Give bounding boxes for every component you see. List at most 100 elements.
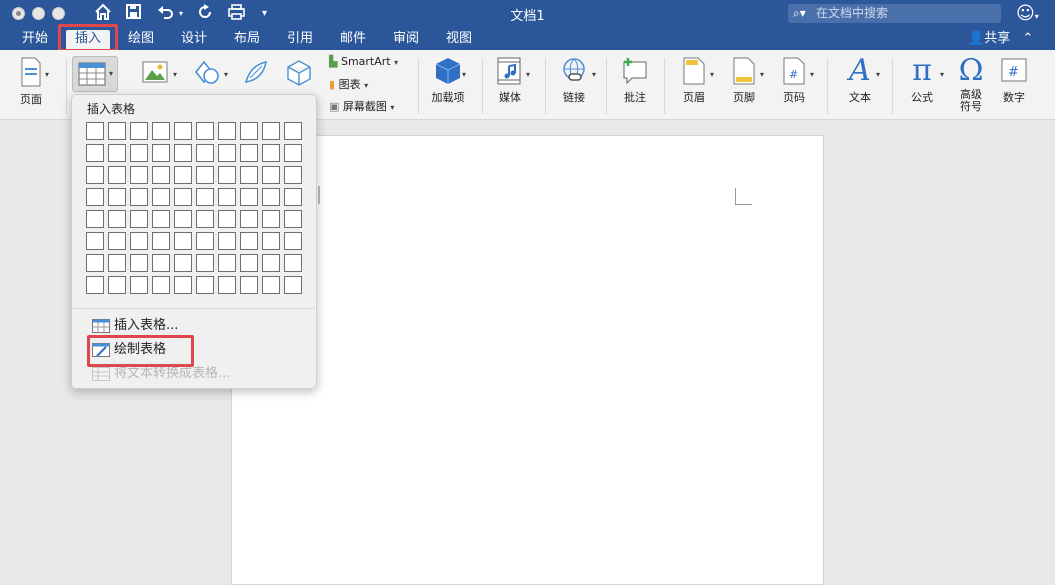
table-grid-cell[interactable] xyxy=(218,254,236,272)
table-grid-cell[interactable] xyxy=(262,144,280,162)
table-grid-cell[interactable] xyxy=(108,232,126,250)
table-grid-cell[interactable] xyxy=(218,166,236,184)
table-grid-cell[interactable] xyxy=(174,254,192,272)
table-grid-cell[interactable] xyxy=(196,276,214,294)
table-grid-cell[interactable] xyxy=(174,144,192,162)
table-grid-cell[interactable] xyxy=(218,122,236,140)
page-number-button[interactable]: # 页码 xyxy=(776,56,812,105)
page-dropdown-icon[interactable]: ▾ xyxy=(45,70,49,79)
chart-button[interactable]: ▮ 图表 ▾ xyxy=(329,78,368,93)
table-grid-cell[interactable] xyxy=(152,188,170,206)
table-grid-cell[interactable] xyxy=(152,232,170,250)
table-grid-cell[interactable] xyxy=(218,210,236,228)
link-button[interactable]: 链接 xyxy=(555,56,593,105)
table-grid-cell[interactable] xyxy=(196,122,214,140)
tab-mailings[interactable]: 邮件 xyxy=(340,30,366,48)
tab-view[interactable]: 视图 xyxy=(446,30,472,48)
addins-button[interactable]: 加载项 xyxy=(428,56,468,105)
table-grid-cell[interactable] xyxy=(108,254,126,272)
table-grid-cell[interactable] xyxy=(240,232,258,250)
table-grid-cell[interactable] xyxy=(86,122,104,140)
table-grid-cell[interactable] xyxy=(86,232,104,250)
table-grid-cell[interactable] xyxy=(284,166,302,184)
screenshot-button[interactable]: ▣ 屏幕截图 ▾ xyxy=(329,100,394,115)
smartart-button[interactable]: ▙ SmartArt ▾ xyxy=(329,55,398,70)
table-grid-cell[interactable] xyxy=(108,210,126,228)
table-grid-cell[interactable] xyxy=(174,122,192,140)
tab-home[interactable]: 开始 xyxy=(22,30,48,48)
table-grid-cell[interactable] xyxy=(174,210,192,228)
table-grid-cell[interactable] xyxy=(262,188,280,206)
table-grid-cell[interactable] xyxy=(262,166,280,184)
table-grid-cell[interactable] xyxy=(262,122,280,140)
feedback-smiley-icon[interactable]: ☺▾ xyxy=(1016,3,1039,24)
footer-button[interactable]: 页脚 xyxy=(726,56,762,105)
table-grid-cell[interactable] xyxy=(152,166,170,184)
table-grid-cell[interactable] xyxy=(262,276,280,294)
table-grid-cell[interactable] xyxy=(86,254,104,272)
table-grid-cell[interactable] xyxy=(108,188,126,206)
table-grid-cell[interactable] xyxy=(86,166,104,184)
table-grid-cell[interactable] xyxy=(152,210,170,228)
table-grid-cell[interactable] xyxy=(284,188,302,206)
table-grid-cell[interactable] xyxy=(174,232,192,250)
tab-draw[interactable]: 绘图 xyxy=(128,30,154,48)
text-to-table-menu-item[interactable]: 将文本转换成表格... xyxy=(92,365,230,383)
table-grid-cell[interactable] xyxy=(152,276,170,294)
table-grid-cell[interactable] xyxy=(262,232,280,250)
shapes-icon[interactable] xyxy=(192,58,220,86)
table-grid-cell[interactable] xyxy=(284,254,302,272)
table-grid-cell[interactable] xyxy=(196,188,214,206)
collapse-ribbon-icon[interactable]: ⌃ xyxy=(1022,31,1033,46)
table-grid-cell[interactable] xyxy=(174,276,192,294)
table-grid-cell[interactable] xyxy=(218,232,236,250)
table-grid-cell[interactable] xyxy=(218,276,236,294)
table-grid-cell[interactable] xyxy=(108,144,126,162)
table-grid-cell[interactable] xyxy=(86,276,104,294)
table-grid-cell[interactable] xyxy=(196,232,214,250)
tab-design[interactable]: 设计 xyxy=(181,30,207,48)
advanced-symbol-button[interactable]: Ω 高级 符号 xyxy=(953,54,989,113)
table-grid-cell[interactable] xyxy=(130,232,148,250)
table-grid-cell[interactable] xyxy=(262,210,280,228)
table-grid-cell[interactable] xyxy=(152,122,170,140)
header-button[interactable]: 页眉 xyxy=(676,56,712,105)
table-grid-cell[interactable] xyxy=(240,188,258,206)
table-grid-cell[interactable] xyxy=(130,188,148,206)
tab-references[interactable]: 引用 xyxy=(287,30,313,48)
table-grid-cell[interactable] xyxy=(196,166,214,184)
insert-table-menu-item[interactable]: 插入表格... xyxy=(92,317,178,335)
number-button[interactable]: # 数字 xyxy=(996,56,1032,105)
media-button[interactable]: 媒体 xyxy=(492,56,528,105)
table-grid-cell[interactable] xyxy=(130,122,148,140)
table-grid-cell[interactable] xyxy=(108,122,126,140)
table-grid-cell[interactable] xyxy=(196,144,214,162)
table-grid-cell[interactable] xyxy=(130,276,148,294)
table-grid-cell[interactable] xyxy=(240,210,258,228)
table-button[interactable]: ▾ xyxy=(72,56,118,92)
table-grid-cell[interactable] xyxy=(152,144,170,162)
table-grid-cell[interactable] xyxy=(174,166,192,184)
table-grid-cell[interactable] xyxy=(196,254,214,272)
table-grid-cell[interactable] xyxy=(130,210,148,228)
table-grid-cell[interactable] xyxy=(130,166,148,184)
3d-models-icon[interactable] xyxy=(285,58,313,86)
table-grid-cell[interactable] xyxy=(108,166,126,184)
table-grid-cell[interactable] xyxy=(218,144,236,162)
share-button[interactable]: 👤共享 ⌃ xyxy=(968,30,1033,48)
table-grid-cell[interactable] xyxy=(218,188,236,206)
icons-icon[interactable] xyxy=(242,58,270,86)
tab-review[interactable]: 审阅 xyxy=(393,30,419,48)
comment-button[interactable]: 批注 xyxy=(616,56,654,105)
page-button[interactable]: 页面 xyxy=(14,56,48,107)
table-grid-cell[interactable] xyxy=(284,232,302,250)
table-grid-cell[interactable] xyxy=(284,122,302,140)
tab-layout[interactable]: 布局 xyxy=(234,30,260,48)
table-grid-cell[interactable] xyxy=(108,276,126,294)
table-grid-cell[interactable] xyxy=(86,210,104,228)
table-grid-cell[interactable] xyxy=(240,254,258,272)
table-grid-cell[interactable] xyxy=(240,122,258,140)
table-grid-cell[interactable] xyxy=(130,254,148,272)
table-grid-cell[interactable] xyxy=(284,210,302,228)
pictures-icon[interactable] xyxy=(142,60,168,84)
